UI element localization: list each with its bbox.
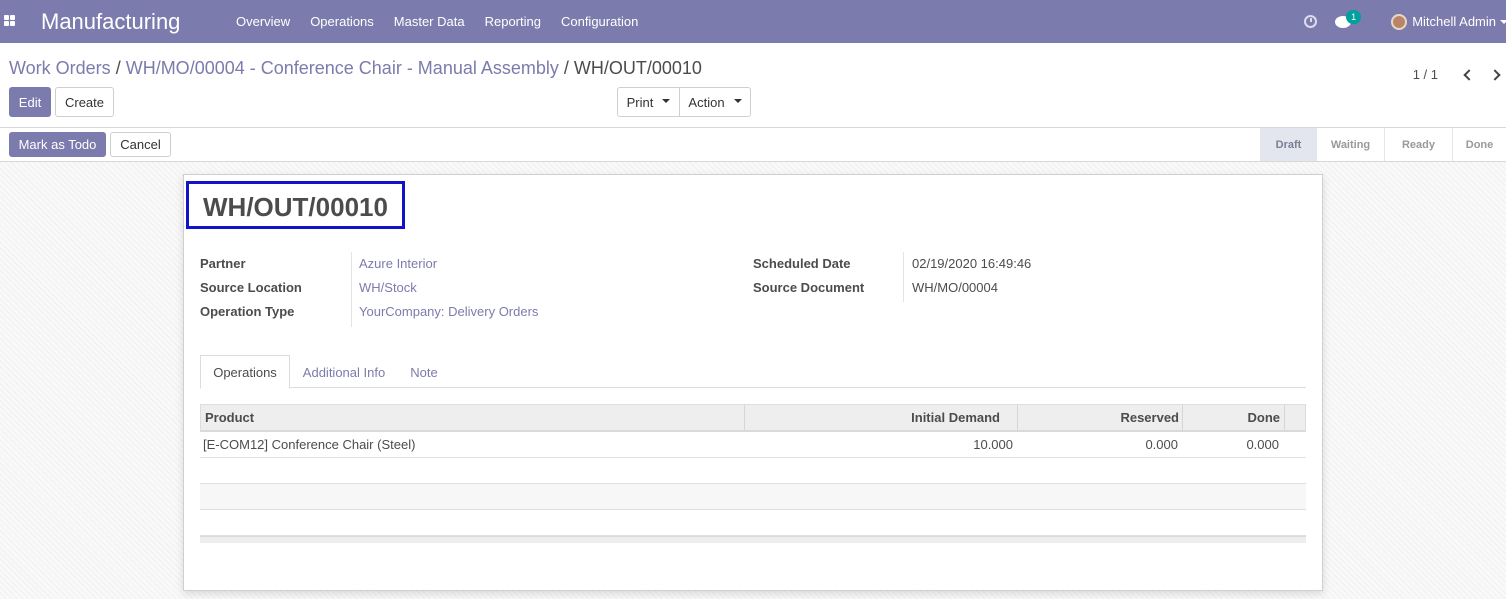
partner-label: Partner	[200, 256, 246, 271]
empty-row	[200, 458, 1306, 484]
breadcrumb-manufacturing-order[interactable]: WH/MO/00004 - Conference Chair - Manual …	[126, 58, 559, 78]
breadcrumb-separator: /	[563, 58, 569, 78]
page-title: WH/OUT/00010	[203, 192, 388, 222]
edit-button[interactable]: Edit	[9, 87, 51, 117]
done-cell[interactable]: 0.000	[1182, 432, 1279, 458]
app-name[interactable]: Manufacturing	[41, 9, 236, 35]
reserved-cell[interactable]: 0.000	[1017, 432, 1178, 458]
breadcrumb-current: WH/OUT/00010	[573, 58, 702, 78]
cancel-button[interactable]: Cancel	[110, 132, 171, 157]
partner-field[interactable]: Azure Interior	[359, 256, 437, 271]
mark-as-todo-button[interactable]: Mark as Todo	[9, 132, 106, 157]
operation-type-field[interactable]: YourCompany: Delivery Orders	[359, 304, 538, 319]
table-header: Product Initial Demand Reserved Done	[200, 404, 1306, 432]
breadcrumb-separator: /	[115, 58, 121, 78]
scheduled-date-label: Scheduled Date	[753, 256, 851, 271]
stage-done[interactable]: Done	[1452, 128, 1506, 161]
create-button[interactable]: Create	[55, 87, 114, 117]
operation-type-label: Operation Type	[200, 304, 295, 319]
main-menu: Overview Operations Master Data Reportin…	[236, 14, 658, 29]
chevron-down-icon	[733, 99, 742, 103]
tab-operations[interactable]: Operations	[200, 355, 290, 389]
chevron-left-icon[interactable]	[1463, 69, 1475, 81]
apps-grid-icon[interactable]	[0, 0, 40, 43]
source-document-label: Source Document	[753, 280, 865, 295]
breadcrumb-work-orders[interactable]: Work Orders	[9, 58, 111, 78]
operations-table: Product Initial Demand Reserved Done [E-…	[200, 404, 1306, 543]
field-divider	[351, 252, 352, 327]
menu-reporting[interactable]: Reporting	[485, 14, 541, 29]
stage-pipeline: Draft Waiting Ready Done	[1260, 128, 1506, 161]
pager-value[interactable]: 1 / 1	[1413, 67, 1438, 82]
chevron-down-icon[interactable]	[1500, 19, 1506, 24]
stage-ready[interactable]: Ready	[1384, 128, 1452, 161]
menu-overview[interactable]: Overview	[236, 14, 290, 29]
status-bar: Mark as Todo Cancel Draft Waiting Ready …	[0, 128, 1506, 162]
print-label: Print	[626, 94, 654, 110]
action-label: Action	[688, 94, 725, 110]
column-header-done[interactable]: Done	[1183, 405, 1281, 431]
source-location-label: Source Location	[200, 280, 302, 295]
breadcrumb: Work Orders / WH/MO/00004 - Conference Cha…	[9, 58, 702, 79]
empty-row	[200, 510, 1306, 536]
stage-waiting[interactable]: Waiting	[1316, 128, 1384, 161]
column-divider	[1284, 405, 1285, 431]
notebook-tabs: Operations Additional Info Note	[200, 355, 1306, 389]
menu-configuration[interactable]: Configuration	[561, 14, 638, 29]
control-panel: Work Orders / WH/MO/00004 - Conference Cha…	[0, 43, 1506, 128]
empty-row	[200, 484, 1306, 510]
clock-icon[interactable]	[1304, 15, 1318, 28]
chat-count-badge: 1	[1346, 9, 1362, 24]
scheduled-date-field[interactable]: 02/19/2020 16:49:46	[912, 256, 1031, 271]
column-header-reserved[interactable]: Reserved	[1018, 405, 1179, 431]
table-footer	[200, 536, 1306, 543]
menu-master-data[interactable]: Master Data	[394, 14, 465, 29]
navbar-systray: 1 Mitchell Admin	[1304, 0, 1506, 43]
avatar[interactable]	[1391, 13, 1408, 30]
user-menu[interactable]: Mitchell Admin	[1412, 14, 1496, 29]
print-dropdown[interactable]: Print	[617, 87, 680, 117]
table-row[interactable]: [E-COM12] Conference Chair (Steel) 10.00…	[200, 432, 1306, 458]
column-header-initial-demand[interactable]: Initial Demand	[745, 405, 1000, 431]
source-document-field[interactable]: WH/MO/00004	[912, 280, 998, 295]
initial-demand-cell[interactable]: 10.000	[744, 432, 1013, 458]
tab-additional-info[interactable]: Additional Info	[290, 355, 398, 389]
stage-draft[interactable]: Draft	[1260, 128, 1316, 161]
title-highlight: WH/OUT/00010	[186, 181, 405, 229]
source-location-field[interactable]: WH/Stock	[359, 280, 417, 295]
tab-note[interactable]: Note	[398, 355, 450, 389]
column-header-product[interactable]: Product	[205, 405, 254, 431]
field-divider	[903, 252, 904, 302]
menu-operations[interactable]: Operations	[310, 14, 374, 29]
product-cell[interactable]: [E-COM12] Conference Chair (Steel)	[203, 432, 415, 458]
chat-icon[interactable]: 1	[1335, 9, 1362, 28]
chevron-down-icon	[662, 99, 671, 103]
action-dropdown[interactable]: Action	[679, 87, 751, 117]
chevron-right-icon[interactable]	[1489, 69, 1501, 81]
form-sheet: WH/OUT/00010 Partner Azure Interior Sour…	[183, 174, 1323, 591]
top-navbar: Manufacturing Overview Operations Master…	[0, 0, 1506, 43]
